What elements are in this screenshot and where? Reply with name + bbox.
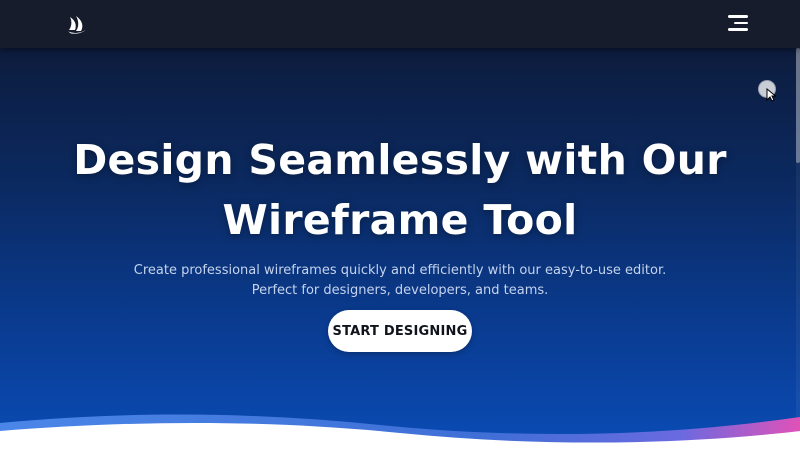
hero-subtext: Create professional wireframes quickly a… <box>100 261 700 301</box>
top-navbar <box>0 0 800 48</box>
menu-line <box>728 28 748 31</box>
bottom-wave <box>0 414 800 450</box>
headline-line-1: Design Seamlessly with Our <box>73 136 727 184</box>
mouse-cursor-icon <box>766 88 776 102</box>
hero-headline: Design Seamlessly with Our Wireframe Too… <box>40 130 760 250</box>
menu-line <box>734 21 748 24</box>
headline-line-2: Wireframe Tool <box>222 196 578 244</box>
start-designing-button[interactable]: START DESIGNING <box>328 310 472 352</box>
subtext-line-2: Perfect for designers, developers, and t… <box>251 283 549 298</box>
hamburger-menu-icon[interactable] <box>724 13 750 33</box>
menu-line <box>728 15 748 18</box>
subtext-line-1: Create professional wireframes quickly a… <box>133 263 667 278</box>
sail-logo-icon[interactable] <box>66 13 88 35</box>
scrollbar-thumb[interactable] <box>796 48 800 163</box>
